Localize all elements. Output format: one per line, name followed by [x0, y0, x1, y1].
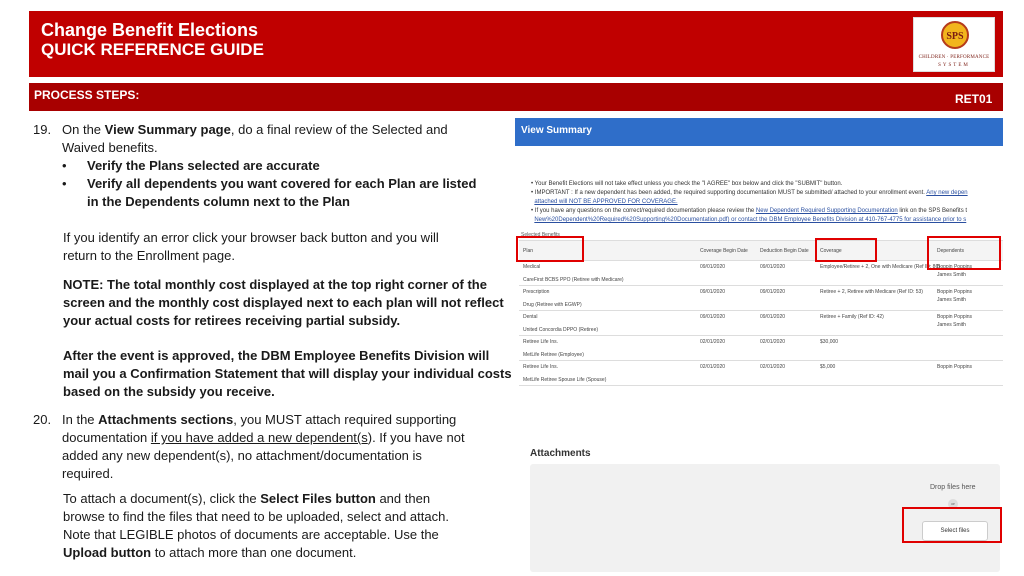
- note-line: NOTE: The total monthly cost displayed a…: [63, 277, 487, 292]
- error-instructions: If you identify an error click your brow…: [63, 230, 439, 245]
- attach-instructions: To attach a document(s), click the Selec…: [63, 491, 431, 506]
- any-new-dependent-link[interactable]: Any new depen: [926, 190, 967, 196]
- highlight-coverage-column: [815, 238, 877, 262]
- highlight-plan-column: [516, 236, 584, 262]
- table-row: Prescription Drug (Retiree with EGWP) 09…: [519, 285, 1003, 310]
- drop-files-text: Drop files here: [930, 484, 976, 491]
- process-steps-banner: [29, 83, 1003, 111]
- highlight-dependents-column: [927, 236, 1001, 270]
- after-approval-line: mail you a Confirmation Statement that w…: [63, 366, 512, 381]
- step-20-line: added any new dependent(s), no attachmen…: [62, 448, 422, 463]
- view-summary-notes: • Your Benefit Elections will not take e…: [531, 181, 968, 223]
- step-20-line: required.: [62, 466, 114, 481]
- table-row: Retiree Life Ins. MetLife Retiree (Emplo…: [519, 335, 1003, 360]
- step-19-intro-line2: Waived benefits.: [62, 140, 158, 155]
- note-line: screen and the monthly cost displayed ne…: [63, 295, 504, 310]
- bullet-verify-dependents-line2: in the Dependents column next to the Pla…: [87, 194, 350, 209]
- process-steps-label: PROCESS STEPS:: [34, 88, 140, 102]
- step-20-line: documentation if you have added a new de…: [62, 430, 465, 445]
- doc-title: Change Benefit Elections: [41, 20, 259, 40]
- error-instructions-line2: return to the Enrollment page.: [63, 248, 235, 263]
- attach-instructions: Note that LEGIBLE photos of documents ar…: [63, 527, 439, 542]
- step-20-line: In the Attachments sections, you MUST at…: [62, 412, 457, 427]
- note-line: your actual costs for retirees receiving…: [63, 313, 401, 328]
- logo-seal-icon: SPS: [941, 21, 969, 49]
- step-19-intro: On the View Summary page, do a final rev…: [62, 122, 448, 137]
- table-row: Dental United Concordia DPPO (Retiree) 0…: [519, 310, 1003, 335]
- doc-code: RET01: [955, 92, 993, 106]
- attachments-screenshot: Attachments Drop files here or Select fi…: [515, 440, 1003, 572]
- bullet-verify-dependents: Verify all dependents you want covered f…: [87, 176, 477, 191]
- attachments-title: Attachments: [530, 448, 591, 459]
- doc-subtitle: QUICK REFERENCE GUIDE: [41, 40, 264, 59]
- bullet-dot: •: [62, 176, 67, 191]
- highlight-select-files: [902, 507, 1002, 543]
- step-20-number: 20.: [33, 412, 52, 427]
- bullet-dot: •: [62, 158, 67, 173]
- sps-logo: SPS CHILDREN · PERFORMANCE SYSTEM: [913, 17, 995, 72]
- view-summary-screenshot: View Summary • Your Benefit Elections wi…: [515, 118, 1003, 398]
- after-approval-line: based on the subsidy you receive.: [63, 384, 275, 399]
- attach-instructions: browse to find the files that need to be…: [63, 509, 449, 524]
- step-19-number: 19.: [33, 122, 52, 137]
- attach-instructions: Upload button to attach more than one do…: [63, 545, 357, 560]
- table-footer: [519, 385, 1003, 391]
- view-summary-title: View Summary: [521, 125, 592, 136]
- after-approval-line: After the event is approved, the DBM Emp…: [63, 348, 490, 363]
- table-row: Retiree Life Ins. MetLife Retiree Spouse…: [519, 360, 1003, 385]
- bullet-verify-plans: Verify the Plans selected are accurate: [87, 158, 320, 173]
- required-docs-link[interactable]: New Dependent Required Supporting Docume…: [756, 208, 898, 214]
